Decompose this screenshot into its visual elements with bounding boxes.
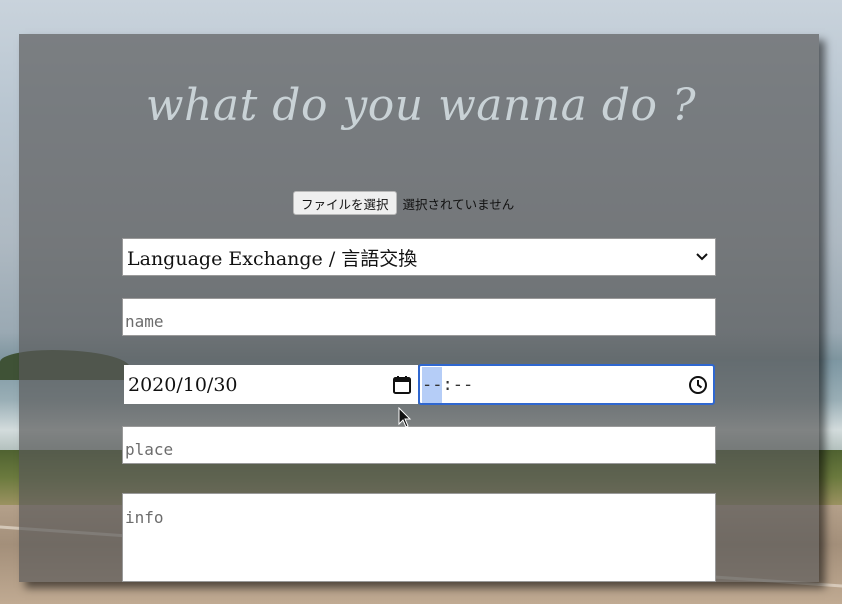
mouse-pointer-icon [398, 406, 412, 429]
place-input[interactable]: place [122, 426, 716, 464]
time-input[interactable]: -- :-- [418, 364, 715, 405]
name-input[interactable]: name [122, 298, 716, 336]
date-input[interactable]: 2020/10/30 [124, 365, 418, 404]
background-photo: what do you wanna do ? ファイルを選択 選択されていません… [0, 0, 842, 604]
time-minutes-segment[interactable]: :-- [442, 375, 688, 395]
calendar-icon[interactable] [392, 375, 412, 395]
category-select-value: Language Exchange / 言語交換 [127, 247, 418, 270]
clock-icon[interactable] [688, 375, 708, 395]
file-status-text: 選択されていません [402, 196, 515, 212]
name-placeholder: name [125, 311, 164, 331]
place-placeholder: place [125, 439, 174, 459]
date-value: 2020/10/30 [128, 373, 238, 396]
file-input[interactable]: ファイルを選択 選択されていません [293, 191, 514, 215]
category-select[interactable]: Language Exchange / 言語交換 [122, 238, 716, 276]
info-placeholder: info [125, 508, 164, 527]
page-title: what do you wanna do ? [145, 80, 697, 131]
time-hours-segment[interactable]: -- [422, 366, 443, 403]
choose-file-button[interactable]: ファイルを選択 [293, 191, 397, 215]
info-textarea[interactable]: info [122, 493, 716, 582]
chevron-down-icon [693, 248, 711, 266]
